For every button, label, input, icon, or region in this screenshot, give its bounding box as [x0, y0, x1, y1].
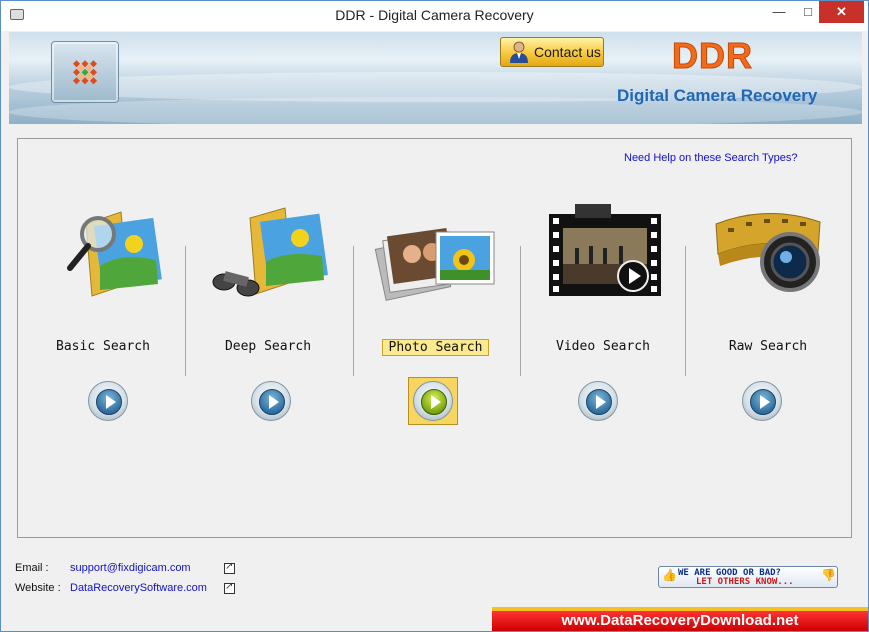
thumbs-up-icon: 👍 [662, 568, 677, 582]
deep-search-label[interactable]: Deep Search [188, 339, 348, 354]
basic-search-play-button[interactable] [88, 381, 128, 421]
thumbs-down-icon: 👎 [821, 568, 836, 582]
photo-search-icon [374, 228, 495, 301]
header-banner: Contact us DDR Digital Camera Recovery [9, 32, 862, 124]
maximize-button[interactable]: □ [794, 1, 822, 23]
email-label: Email : [15, 562, 49, 574]
video-search-icon [549, 204, 661, 296]
email-link[interactable]: support@fixdigicam.com [70, 562, 191, 574]
help-link[interactable]: Need Help on these Search Types? [624, 152, 797, 164]
raw-search-label[interactable]: Raw Search [688, 339, 848, 354]
website-label: Website : [15, 582, 61, 594]
external-link-icon[interactable] [224, 581, 235, 594]
search-type-panel: Need Help on these Search Types? Basic S… [17, 138, 852, 538]
play-icon [269, 395, 279, 409]
divider [685, 246, 686, 376]
watermark-banner: www.DataRecoveryDownload.net [492, 607, 868, 631]
watermark-text: www.DataRecoveryDownload.net [561, 612, 799, 629]
video-search-item[interactable] [523, 204, 683, 306]
raw-search-icon [715, 212, 821, 292]
external-link-icon[interactable] [224, 561, 235, 574]
divider [353, 246, 354, 376]
app-window: DDR - Digital Camera Recovery — □ ✕ Cont… [0, 0, 869, 632]
deep-search-icon [212, 207, 328, 297]
person-icon [510, 41, 528, 63]
close-button[interactable]: ✕ [819, 1, 864, 23]
watermark-stripe [492, 607, 868, 611]
raw-search-item[interactable] [688, 204, 848, 306]
photo-search-play-button[interactable] [413, 381, 453, 421]
divider [520, 246, 521, 376]
photo-search-item[interactable] [356, 204, 516, 306]
play-icon [760, 395, 770, 409]
video-search-label[interactable]: Video Search [523, 339, 683, 354]
basic-search-label[interactable]: Basic Search [23, 339, 183, 354]
divider [185, 246, 186, 376]
contact-us-button[interactable]: Contact us [500, 37, 604, 67]
contact-us-label: Contact us [534, 44, 601, 60]
deep-search-play-button[interactable] [251, 381, 291, 421]
window-title: DDR - Digital Camera Recovery [335, 7, 534, 23]
play-icon [431, 395, 441, 409]
photo-search-label[interactable]: Photo Search [382, 339, 489, 356]
ddr-logo-text: DDR [672, 35, 753, 77]
feedback-button[interactable]: 👍 WE ARE GOOD OR BAD? LET OTHERS KNOW...… [658, 566, 838, 588]
product-name: Digital Camera Recovery [617, 86, 818, 105]
basic-search-icon [67, 211, 162, 297]
deep-search-item[interactable] [190, 204, 350, 306]
basic-search-item[interactable] [26, 204, 186, 306]
play-icon [596, 395, 606, 409]
video-search-play-button[interactable] [578, 381, 618, 421]
email-row: Email : support@fixdigicam.com [15, 561, 275, 578]
raw-search-play-button[interactable] [742, 381, 782, 421]
app-logo-icon [51, 41, 119, 103]
website-link[interactable]: DataRecoverySoftware.com [70, 582, 207, 594]
title-bar: DDR - Digital Camera Recovery — □ ✕ [1, 1, 868, 31]
feedback-line-2: LET OTHERS KNOW... [696, 577, 794, 587]
checker-logo-icon [72, 60, 98, 85]
play-icon [106, 395, 116, 409]
minimize-button[interactable]: — [765, 1, 793, 23]
website-row: Website : DataRecoverySoftware.com [15, 581, 275, 598]
